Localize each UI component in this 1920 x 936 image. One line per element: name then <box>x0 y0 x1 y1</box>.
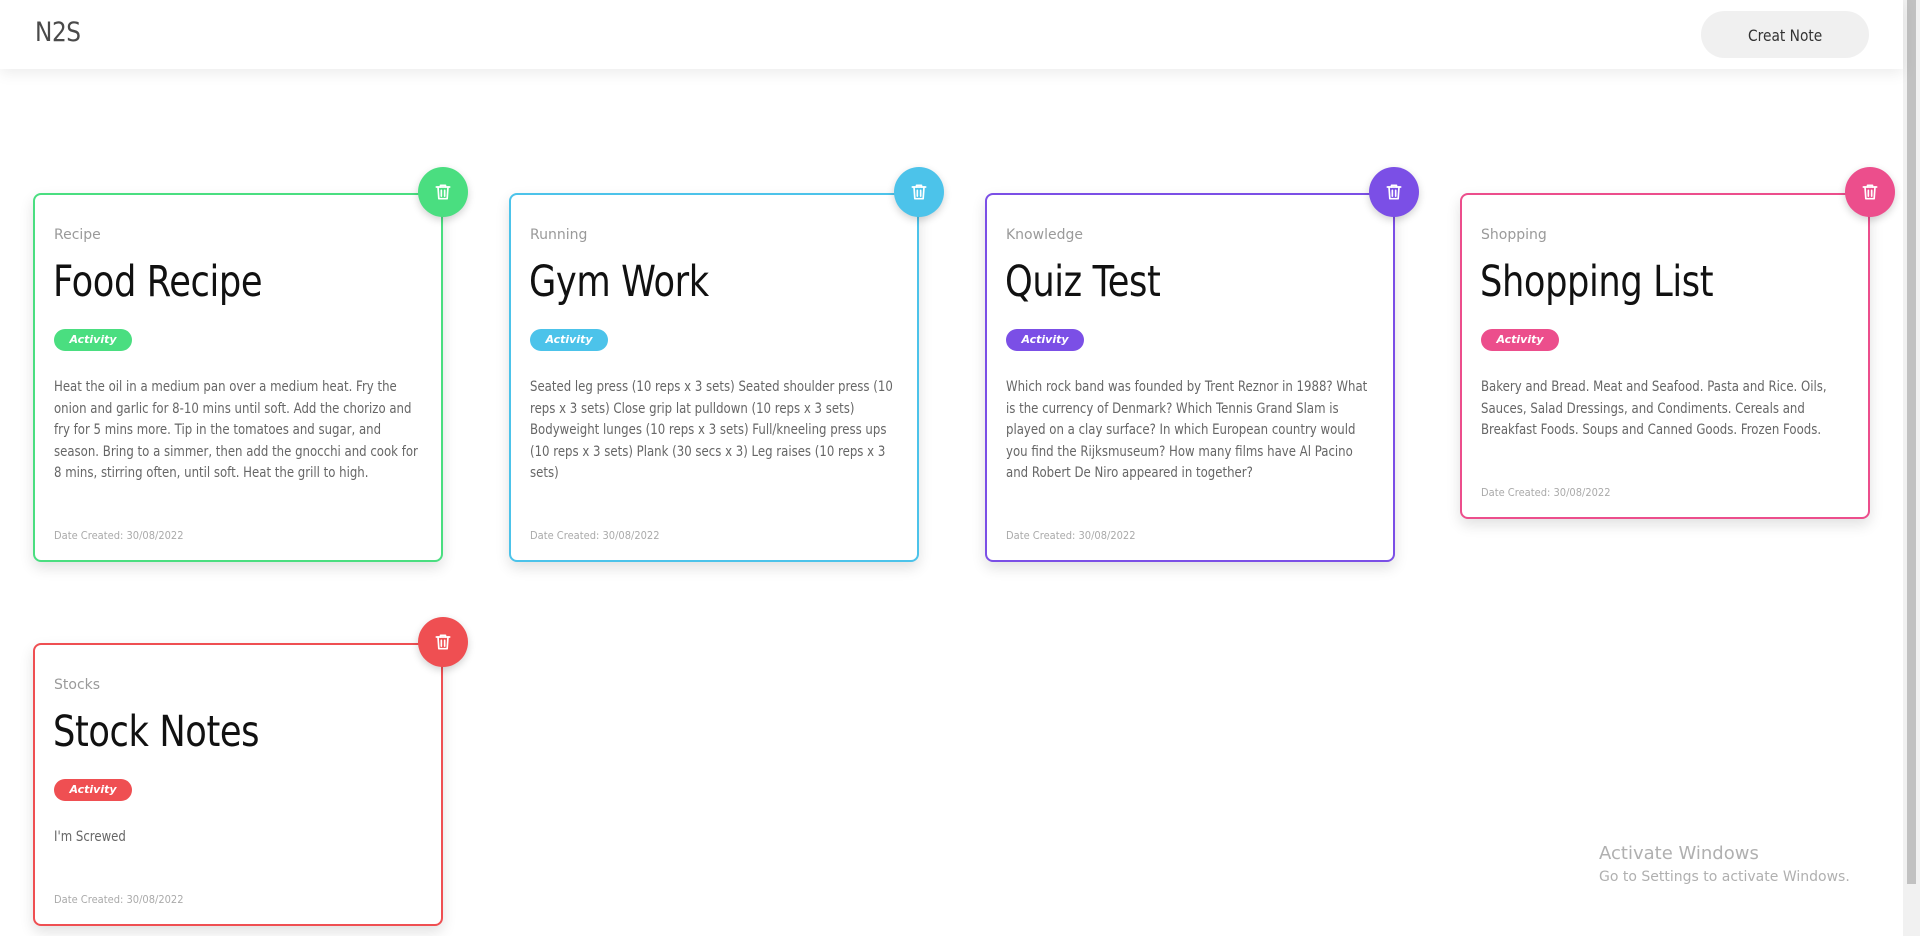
note-date: Date Created: 30/08/2022 <box>1006 529 1136 542</box>
delete-note-button[interactable] <box>1369 167 1419 217</box>
activity-badge: Activity <box>54 329 132 351</box>
note-title: Food Recipe <box>53 257 263 307</box>
activate-windows-title: Activate Windows <box>1599 843 1759 864</box>
note-card-gym-work: Running Gym Work Activity Seated leg pre… <box>509 193 919 562</box>
note-body: I'm Screwed <box>54 829 126 845</box>
navbar: N2S Creat Note <box>0 0 1903 69</box>
trash-icon <box>435 184 451 200</box>
brand-logo[interactable]: N2S <box>35 17 81 48</box>
delete-note-button[interactable] <box>894 167 944 217</box>
note-title: Quiz Test <box>1005 257 1161 307</box>
trash-icon <box>911 184 927 200</box>
note-body: Heat the oil in a medium pan over a medi… <box>54 379 418 482</box>
trash-icon <box>435 634 451 650</box>
note-category: Knowledge <box>1006 227 1083 243</box>
trash-icon <box>1386 184 1402 200</box>
note-category: Running <box>530 227 588 243</box>
activate-windows-subtitle: Go to Settings to activate Windows. <box>1599 869 1850 885</box>
note-card-shopping-list: Shopping Shopping List Activity Bakery a… <box>1460 193 1870 519</box>
note-card-stock-notes: Stocks Stock Notes Activity I'm Screwed … <box>33 643 443 926</box>
note-date: Date Created: 30/08/2022 <box>54 529 184 542</box>
note-title: Shopping List <box>1480 257 1714 307</box>
scrollbar-thumb[interactable] <box>1907 0 1916 884</box>
note-body: Seated leg press (10 reps x 3 sets) Seat… <box>530 379 893 482</box>
note-date: Date Created: 30/08/2022 <box>1481 486 1611 499</box>
note-date: Date Created: 30/08/2022 <box>54 893 184 906</box>
create-note-button[interactable]: Creat Note <box>1701 11 1869 58</box>
activity-badge: Activity <box>54 779 132 801</box>
delete-note-button[interactable] <box>418 617 468 667</box>
note-category: Recipe <box>54 227 101 243</box>
page-scrollbar[interactable] <box>1903 0 1920 936</box>
trash-icon <box>1862 184 1878 200</box>
note-category: Stocks <box>54 677 101 693</box>
activity-badge: Activity <box>1006 329 1084 351</box>
note-title: Gym Work <box>529 257 709 307</box>
activity-badge: Activity <box>1481 329 1559 351</box>
note-category: Shopping <box>1481 227 1547 243</box>
note-title: Stock Notes <box>53 707 260 757</box>
note-body: Which rock band was founded by Trent Rez… <box>1006 379 1368 482</box>
note-body: Bakery and Bread. Meat and Seafood. Past… <box>1481 379 1827 439</box>
activity-badge: Activity <box>530 329 608 351</box>
delete-note-button[interactable] <box>418 167 468 217</box>
delete-note-button[interactable] <box>1845 167 1895 217</box>
note-card-quiz-test: Knowledge Quiz Test Activity Which rock … <box>985 193 1395 562</box>
create-note-label: Creat Note <box>1747 26 1823 45</box>
note-card-food-recipe: Recipe Food Recipe Activity Heat the oil… <box>33 193 443 562</box>
note-date: Date Created: 30/08/2022 <box>530 529 660 542</box>
